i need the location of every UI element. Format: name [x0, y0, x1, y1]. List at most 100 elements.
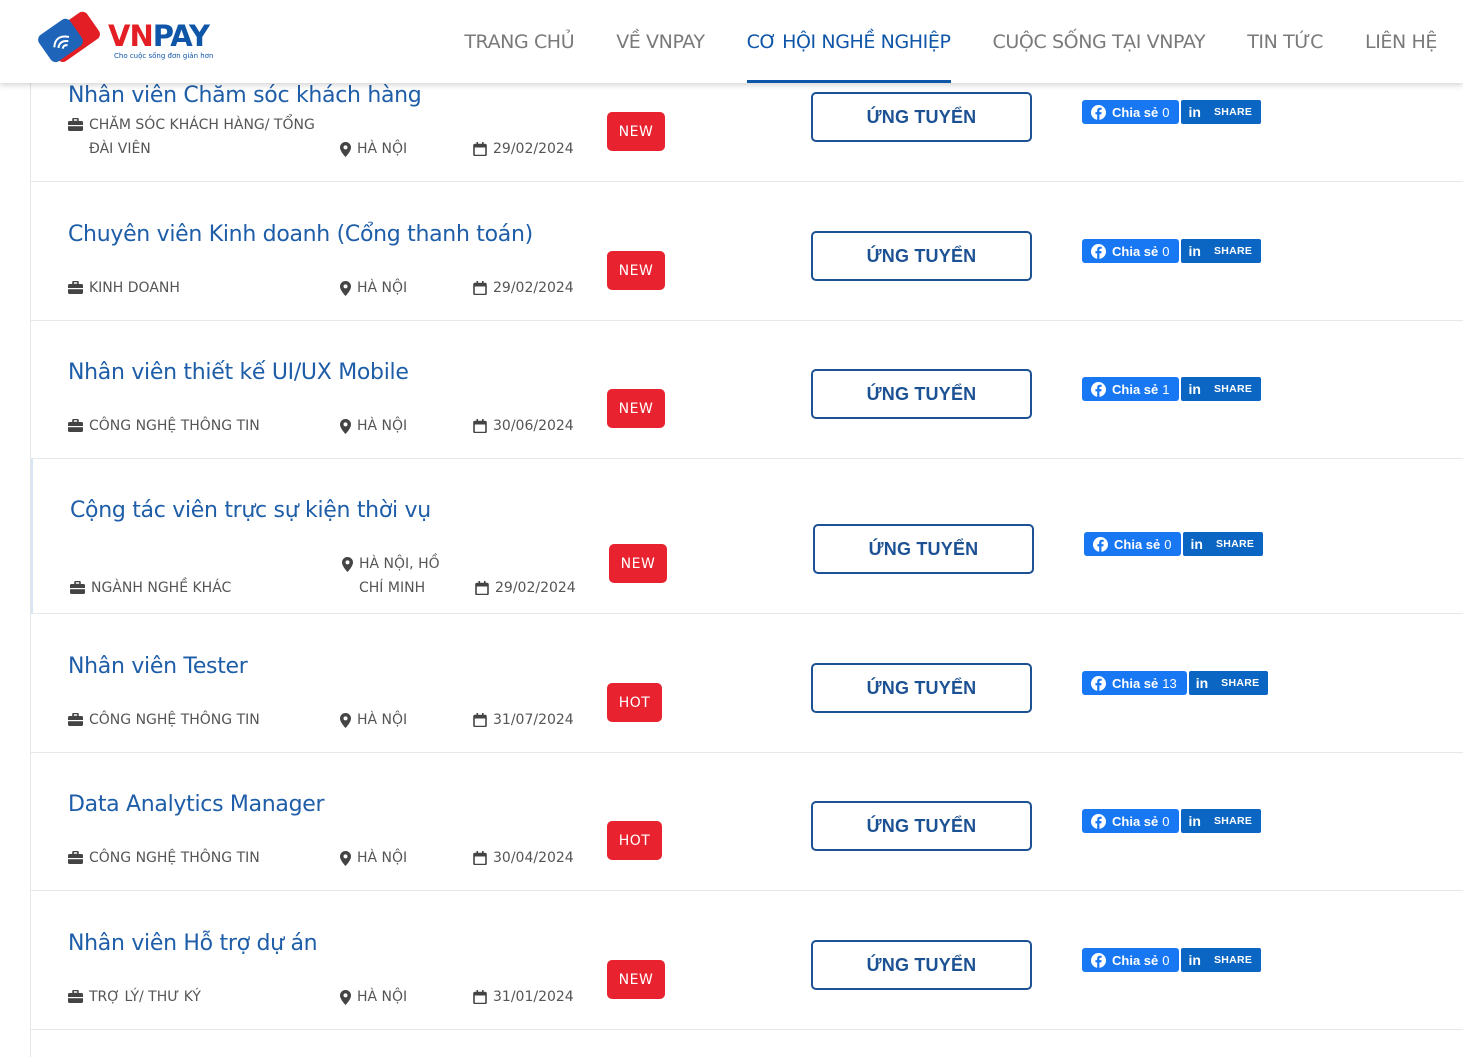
job-row: Nhân viên thiết kế UI/UX Mobile CÔNG NGH…	[31, 321, 1463, 459]
job-title-link[interactable]: Chuyên viên Kinh doanh (Cổng thanh toán)	[68, 222, 533, 247]
job-deadline: 30/04/2024	[473, 846, 603, 870]
facebook-icon	[1093, 536, 1108, 552]
job-row: Nhân viên Tester CÔNG NGHỆ THÔNG TIN HÀ …	[31, 614, 1463, 753]
apply-button[interactable]: ỨNG TUYỂN	[811, 801, 1032, 851]
facebook-share-count: 0	[1162, 952, 1170, 968]
job-status-badge: HOT	[607, 821, 662, 860]
facebook-share-count: 0	[1164, 536, 1172, 552]
job-row: Nhân viên Hỗ trợ dự án TRỢ LÝ/ THƯ KÝ HÀ…	[31, 891, 1463, 1030]
job-deadline: 31/07/2024	[473, 708, 603, 732]
job-title-link[interactable]: Nhân viên thiết kế UI/UX Mobile	[68, 360, 409, 385]
calendar-icon	[473, 142, 487, 156]
facebook-share-label: Chia sẻ	[1112, 104, 1159, 120]
job-title-link[interactable]: Cộng tác viên trực sự kiện thời vụ	[70, 498, 431, 523]
job-location-label: HÀ NỘI	[357, 850, 408, 866]
job-title-link[interactable]: Data Analytics Manager	[68, 792, 325, 817]
job-category: CÔNG NGHỆ THÔNG TIN	[68, 414, 318, 438]
share-buttons: Chia sẻ 0 in SHARE	[1082, 239, 1262, 263]
job-title-link[interactable]: Nhân viên Chăm sóc khách hàng	[68, 83, 422, 108]
linkedin-share-button[interactable]: in SHARE	[1188, 671, 1269, 695]
briefcase-icon	[68, 851, 83, 864]
linkedin-share-label: SHARE	[1213, 383, 1253, 395]
facebook-share-count: 1	[1162, 381, 1170, 397]
briefcase-icon	[70, 581, 85, 594]
map-pin-icon	[340, 990, 351, 1005]
linkedin-icon: in	[1188, 381, 1201, 397]
share-buttons: Chia sẻ 0 in SHARE	[1082, 100, 1262, 124]
apply-button[interactable]: ỨNG TUYỂN	[811, 663, 1032, 713]
facebook-share-label: Chia sẻ	[1112, 952, 1159, 968]
apply-button[interactable]: ỨNG TUYỂN	[811, 231, 1032, 281]
nav-life[interactable]: CUỘC SỐNG TẠI VNPAY	[993, 0, 1206, 83]
facebook-share-button[interactable]: Chia sẻ 1	[1082, 377, 1180, 401]
nav-careers[interactable]: CƠ HỘI NGHỀ NGHIỆP	[746, 0, 951, 83]
linkedin-share-label: SHARE	[1213, 954, 1253, 966]
job-category: CÔNG NGHỆ THÔNG TIN	[68, 846, 318, 870]
calendar-icon	[473, 713, 487, 727]
facebook-share-button[interactable]: Chia sẻ 0	[1082, 809, 1180, 833]
facebook-share-label: Chia sẻ	[1114, 536, 1161, 552]
facebook-share-label: Chia sẻ	[1112, 381, 1159, 397]
job-row: Chuyên viên Kinh doanh (Cổng thanh toán)…	[31, 182, 1463, 321]
facebook-share-button[interactable]: Chia sẻ 0	[1084, 532, 1182, 556]
map-pin-icon	[340, 713, 351, 728]
job-location-label: HÀ NỘI	[357, 712, 408, 728]
linkedin-share-button[interactable]: in SHARE	[1183, 532, 1264, 556]
nav-contact[interactable]: LIÊN HỆ	[1365, 0, 1437, 83]
facebook-icon	[1091, 675, 1106, 691]
job-title-link[interactable]: Nhân viên Hỗ trợ dự án	[68, 931, 318, 956]
linkedin-share-label: SHARE	[1221, 677, 1260, 689]
facebook-share-button[interactable]: Chia sẻ 0	[1082, 948, 1180, 972]
linkedin-share-button[interactable]: in SHARE	[1181, 377, 1262, 401]
nav-news[interactable]: TIN TỨC	[1247, 0, 1323, 83]
job-deadline: 29/02/2024	[475, 576, 605, 600]
job-deadline-label: 29/02/2024	[495, 580, 576, 596]
logo-slogan: Cho cuộc sống đơn giản hơn	[114, 52, 214, 60]
linkedin-share-button[interactable]: in SHARE	[1181, 809, 1262, 833]
apply-button[interactable]: ỨNG TUYỂN	[811, 940, 1032, 990]
share-buttons: Chia sẻ 0 in SHARE	[1082, 809, 1262, 833]
job-category: TRỢ LÝ/ THƯ KÝ	[68, 985, 318, 1009]
job-location: HÀ NỘI	[340, 137, 460, 161]
job-deadline: 31/01/2024	[473, 985, 603, 1009]
linkedin-icon: in	[1188, 952, 1201, 968]
job-status-badge: NEW	[607, 251, 665, 290]
vnpay-logo[interactable]: VNPAY Cho cuộc sống đơn giản hơn	[34, 10, 214, 66]
facebook-share-button[interactable]: Chia sẻ 13	[1082, 671, 1187, 695]
map-pin-icon	[340, 281, 351, 296]
job-location: HÀ NỘI	[340, 276, 460, 300]
job-location: HÀ NỘI	[340, 846, 460, 870]
facebook-icon	[1091, 952, 1106, 968]
job-category-label: CÔNG NGHỆ THÔNG TIN	[89, 712, 260, 728]
briefcase-icon	[68, 118, 83, 131]
apply-button[interactable]: ỨNG TUYỂN	[811, 369, 1032, 419]
nav-about[interactable]: VỀ VNPAY	[616, 0, 705, 83]
job-title-link[interactable]: Nhân viên Tester	[68, 654, 248, 679]
job-status-badge: NEW	[609, 544, 667, 583]
job-location: HÀ NỘI, HỒ CHÍ MINH	[342, 552, 462, 600]
map-pin-icon	[340, 851, 351, 866]
vnpay-logo-icon	[38, 11, 100, 63]
job-deadline: 29/02/2024	[473, 137, 603, 161]
job-row: Data Analytics Manager CÔNG NGHỆ THÔNG T…	[31, 753, 1463, 891]
facebook-share-count: 0	[1162, 243, 1170, 259]
job-status-badge: HOT	[607, 683, 662, 722]
job-category-label: NGÀNH NGHỀ KHÁC	[91, 580, 232, 596]
job-category-label: CÔNG NGHỆ THÔNG TIN	[89, 418, 260, 434]
job-deadline-label: 31/07/2024	[493, 712, 574, 728]
linkedin-icon: in	[1195, 675, 1209, 691]
facebook-share-button[interactable]: Chia sẻ 0	[1082, 100, 1180, 124]
apply-button[interactable]: ỨNG TUYỂN	[813, 524, 1034, 574]
calendar-icon	[473, 851, 487, 865]
apply-button[interactable]: ỨNG TUYỂN	[811, 92, 1032, 142]
linkedin-share-button[interactable]: in SHARE	[1181, 239, 1262, 263]
nav-home[interactable]: TRANG CHỦ	[464, 0, 574, 83]
facebook-share-button[interactable]: Chia sẻ 0	[1082, 239, 1180, 263]
job-category: NGÀNH NGHỀ KHÁC	[70, 576, 320, 600]
linkedin-icon: in	[1190, 536, 1203, 552]
facebook-share-count: 0	[1162, 104, 1170, 120]
share-buttons: Chia sẻ 1 in SHARE	[1082, 377, 1262, 401]
linkedin-share-button[interactable]: in SHARE	[1181, 948, 1262, 972]
linkedin-share-label: SHARE	[1213, 815, 1253, 827]
linkedin-share-button[interactable]: in SHARE	[1181, 100, 1262, 124]
